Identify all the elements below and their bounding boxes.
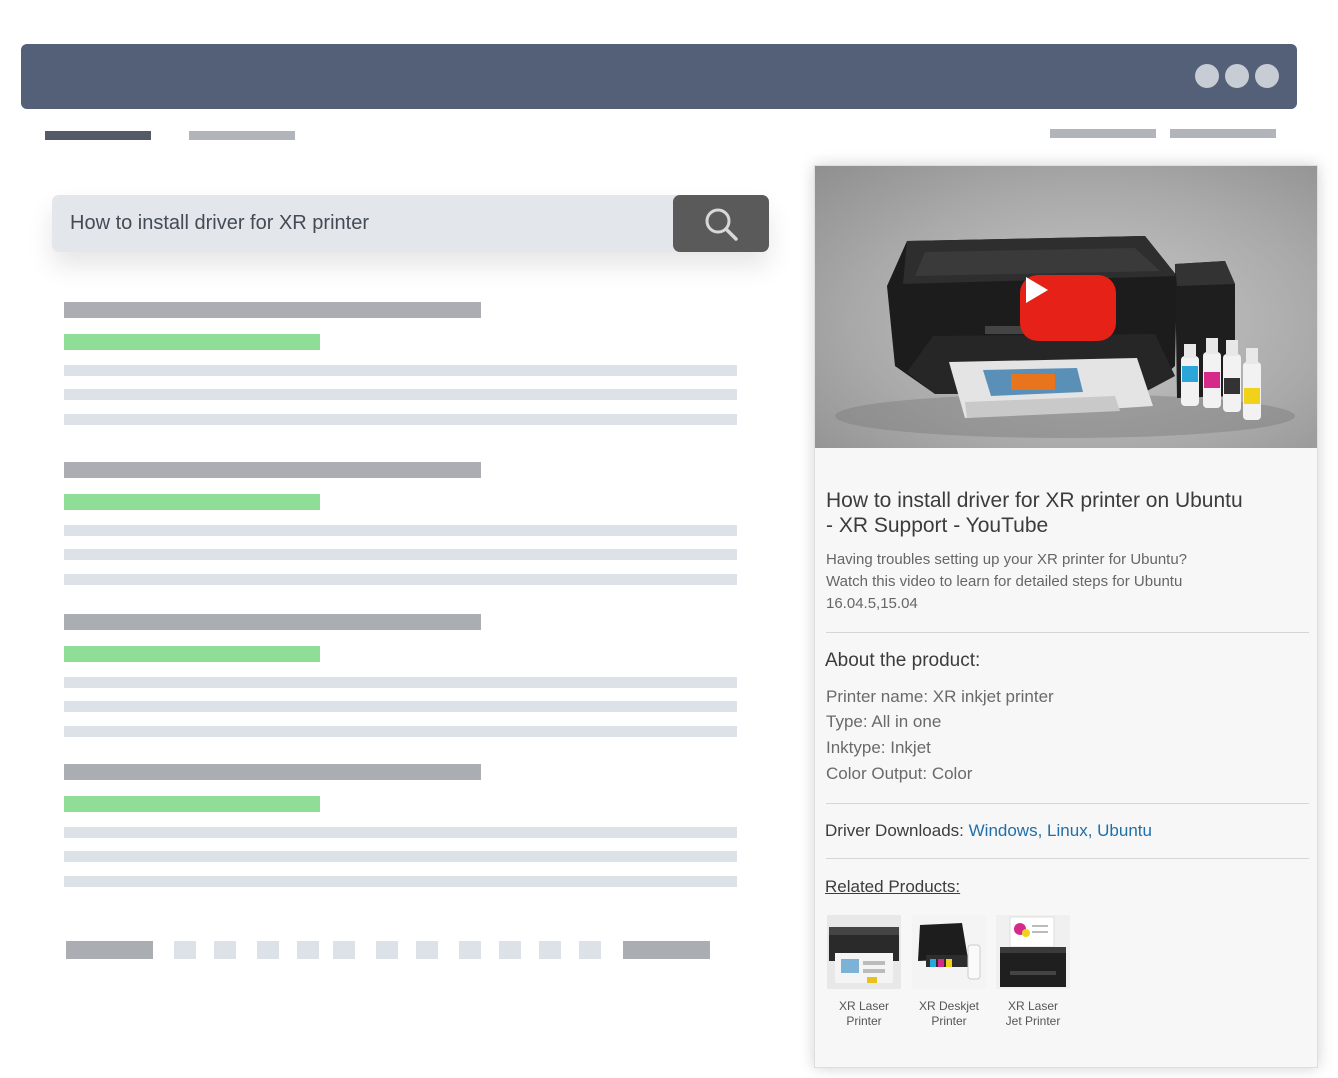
pagination-page[interactable] <box>579 941 601 959</box>
video-description: Having troubles setting up your XR print… <box>826 551 1188 612</box>
related-product-label: XR Laser Printer <box>824 999 904 1029</box>
result-snippet-line <box>64 876 737 887</box>
nav-tab[interactable] <box>189 131 295 140</box>
result-snippet-line <box>64 414 737 425</box>
search-input[interactable]: How to install driver for XR printer <box>70 195 660 252</box>
knowledge-panel: How to install driver for XR printer on … <box>814 165 1318 1068</box>
related-product-3[interactable]: XR Laser Jet Printer <box>993 915 1073 1029</box>
result-title[interactable] <box>64 764 481 780</box>
pagination-page[interactable] <box>297 941 319 959</box>
result-snippet-line <box>64 549 737 560</box>
youtube-play-icon[interactable] <box>1020 275 1116 341</box>
nav-link-right-2[interactable] <box>1170 129 1276 138</box>
downloads-label: Driver Downloads: <box>825 821 964 840</box>
pagination-page[interactable] <box>214 941 236 959</box>
result-snippet-line <box>64 677 737 688</box>
pagination-page[interactable] <box>416 941 438 959</box>
result-snippet-line <box>64 574 737 585</box>
spec-color-output: Color Output: Color <box>826 764 973 783</box>
related-product-1[interactable]: XR Laser Printer <box>824 915 904 1029</box>
video-thumbnail[interactable] <box>815 166 1317 448</box>
related-product-image <box>996 915 1070 989</box>
video-title[interactable]: How to install driver for XR printer on … <box>826 488 1246 538</box>
related-product-image <box>827 915 901 989</box>
window-dot-3[interactable] <box>1255 64 1279 88</box>
window-dot-1[interactable] <box>1195 64 1219 88</box>
result-url[interactable] <box>64 646 320 662</box>
download-link-linux[interactable]: Linux, <box>1047 821 1092 840</box>
pagination-page[interactable] <box>499 941 521 959</box>
window-controls <box>1195 64 1279 88</box>
result-snippet-line <box>64 365 737 376</box>
spec-inktype: Inktype: Inkjet <box>826 738 931 757</box>
browser-titlebar <box>21 44 1297 109</box>
pagination-page[interactable] <box>257 941 279 959</box>
pagination-prev[interactable] <box>66 941 153 959</box>
related-product-label: XR Laser Jet Printer <box>993 999 1073 1029</box>
divider <box>826 858 1309 859</box>
result-snippet-line <box>64 827 737 838</box>
related-label-line: XR Deskjet <box>918 999 980 1013</box>
pagination-next[interactable] <box>623 941 710 959</box>
search-bar: How to install driver for XR printer <box>52 195 769 252</box>
result-title[interactable] <box>64 302 481 318</box>
pagination-page[interactable] <box>539 941 561 959</box>
result-snippet-line <box>64 701 737 712</box>
result-url[interactable] <box>64 334 320 350</box>
result-url[interactable] <box>64 796 320 812</box>
related-label-line: Printer <box>846 1014 882 1028</box>
result-snippet-line <box>64 851 737 862</box>
related-product-2[interactable]: XR Deskjet Printer <box>909 915 989 1029</box>
related-label-line: XR Laser <box>838 999 890 1013</box>
result-snippet-line <box>64 525 737 536</box>
search-icon <box>705 208 738 241</box>
result-title[interactable] <box>64 462 481 478</box>
result-title[interactable] <box>64 614 481 630</box>
pagination-page[interactable] <box>459 941 481 959</box>
nav-link-right-1[interactable] <box>1050 129 1156 138</box>
result-url[interactable] <box>64 494 320 510</box>
pagination-page[interactable] <box>376 941 398 959</box>
related-product-image <box>912 915 986 989</box>
related-label-line: Jet Printer <box>1005 1014 1061 1028</box>
about-heading: About the product: <box>825 650 981 671</box>
download-link-windows[interactable]: Windows, <box>969 821 1043 840</box>
window-dot-2[interactable] <box>1225 64 1249 88</box>
search-button[interactable] <box>673 195 769 252</box>
nav-tab-active[interactable] <box>45 131 151 140</box>
pagination-page[interactable] <box>174 941 196 959</box>
related-product-label: XR Deskjet Printer <box>909 999 989 1029</box>
download-link-ubuntu[interactable]: Ubuntu <box>1097 821 1152 840</box>
driver-downloads: Driver Downloads: Windows, Linux, Ubuntu <box>825 821 1152 841</box>
result-snippet-line <box>64 389 737 400</box>
related-label-line: Printer <box>931 1014 967 1028</box>
result-snippet-line <box>64 726 737 737</box>
related-label-line: XR Laser <box>1007 999 1059 1013</box>
pagination-page[interactable] <box>333 941 355 959</box>
spec-type: Type: All in one <box>826 712 942 731</box>
related-heading[interactable]: Related Products: <box>825 877 960 897</box>
divider <box>826 632 1309 633</box>
play-triangle-icon <box>1026 277 1048 303</box>
divider <box>826 803 1309 804</box>
spec-printer-name: Printer name: XR inkjet printer <box>826 687 1054 706</box>
